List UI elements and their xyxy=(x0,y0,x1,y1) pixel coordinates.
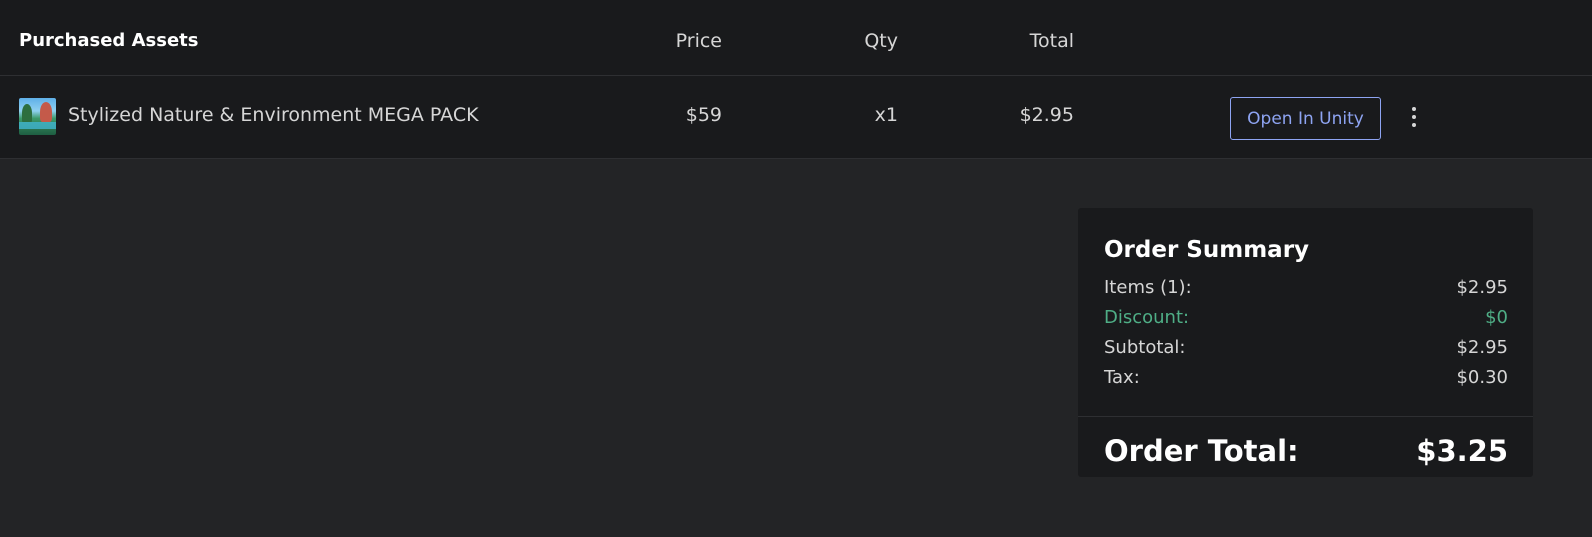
summary-discount-label: Discount: xyxy=(1104,307,1190,328)
table-header-row: Purchased Assets Price Qty Total xyxy=(0,0,1592,76)
more-options-icon[interactable] xyxy=(1404,105,1424,129)
column-header-price: Price xyxy=(675,30,722,52)
table-title: Purchased Assets xyxy=(19,30,199,51)
summary-items-line: Items (1): $2.95 xyxy=(1104,277,1508,301)
order-total-value: $3.25 xyxy=(1416,434,1508,468)
summary-discount-line: Discount: $0 xyxy=(1104,307,1508,331)
order-summary-panel: Order Summary Items (1): $2.95 Discount:… xyxy=(1078,208,1533,477)
table-row: Stylized Nature & Environment MEGA PACK … xyxy=(0,76,1592,159)
asset-price: $59 xyxy=(685,104,722,126)
order-summary-title: Order Summary xyxy=(1104,237,1310,263)
summary-discount-value: $0 xyxy=(1485,307,1508,328)
summary-subtotal-line: Subtotal: $2.95 xyxy=(1104,337,1508,361)
asset-name[interactable]: Stylized Nature & Environment MEGA PACK xyxy=(68,104,479,126)
asset-total: $2.95 xyxy=(1019,104,1074,126)
summary-tax-line: Tax: $0.30 xyxy=(1104,367,1508,391)
column-header-qty: Qty xyxy=(864,30,898,52)
asset-thumbnail[interactable] xyxy=(19,98,56,135)
open-in-unity-button[interactable]: Open In Unity xyxy=(1230,97,1381,140)
summary-items-value: $2.95 xyxy=(1456,277,1508,298)
summary-divider xyxy=(1078,416,1533,417)
column-header-total: Total xyxy=(1029,30,1074,52)
order-total-line: Order Total: $3.25 xyxy=(1104,434,1508,472)
order-total-label: Order Total: xyxy=(1104,434,1299,468)
purchased-assets-table: Purchased Assets Price Qty Total Stylize… xyxy=(0,0,1592,159)
summary-tax-label: Tax: xyxy=(1104,367,1140,388)
summary-items-label: Items (1): xyxy=(1104,277,1192,298)
summary-subtotal-value: $2.95 xyxy=(1456,337,1508,358)
asset-qty: x1 xyxy=(874,104,898,126)
summary-tax-value: $0.30 xyxy=(1456,367,1508,388)
summary-subtotal-label: Subtotal: xyxy=(1104,337,1186,358)
